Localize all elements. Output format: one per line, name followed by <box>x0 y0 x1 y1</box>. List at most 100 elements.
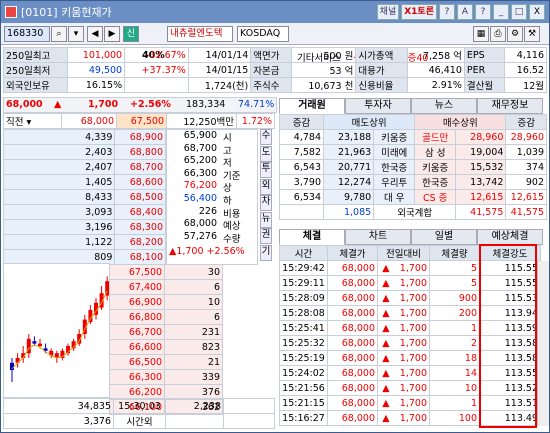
maximize-button[interactable]: □ <box>511 4 527 20</box>
print-icon[interactable]: ⎙ <box>490 26 506 42</box>
broker-tab[interactable]: 투자자 <box>345 98 411 114</box>
side-tab[interactable]: 뉴 <box>260 211 272 228</box>
tick-time: 15:21:56 <box>279 380 328 396</box>
side-tab[interactable]: 수 <box>260 129 272 145</box>
foreign-row: 1,085 외국계합 41,575 41,575 <box>279 204 547 220</box>
side-tab[interactable]: 차 <box>260 195 272 211</box>
stock-code-input[interactable]: 168330 <box>4 26 50 42</box>
stat-row: 68,000 예상 <box>167 218 257 232</box>
broker-cell: 12,615 <box>505 189 547 205</box>
tools-icon[interactable]: ⚒ <box>524 26 540 42</box>
ask-price[interactable]: 68,800 <box>114 144 166 160</box>
stat-row: 57,276 수량 <box>167 231 257 245</box>
broker-row: 6,534 9,780 대 우 CS 증 12,615 12,615 <box>279 189 547 205</box>
broker-tab[interactable]: 재무정보 <box>477 98 543 114</box>
tick-tab[interactable]: 체결 <box>279 229 345 245</box>
bid-price[interactable]: 66,800 <box>109 309 166 325</box>
bid-price[interactable]: 67,500 <box>109 264 166 280</box>
broker-row: 7,582 21,963 미래에 삼 성 19,004 1,039 <box>279 144 547 160</box>
total-bid: 2,238 <box>165 398 224 414</box>
minimize-button[interactable]: _ <box>493 4 509 20</box>
tick-volume: 200 <box>429 305 480 321</box>
info-table: 250일최고 101,000 -32.67% 14/01/14 액면가 500 원 시가총액… <box>3 47 547 93</box>
tick-price: 68,000 <box>327 395 378 411</box>
side-tab[interactable]: 기 <box>260 244 272 261</box>
tick-price: 68,000 <box>327 380 378 396</box>
ask-price[interactable]: 68,200 <box>114 234 166 250</box>
ask-price[interactable]: 68,600 <box>114 174 166 190</box>
code-menu-icon[interactable]: ▾ <box>68 26 84 42</box>
foreign-buy: 41,575 <box>455 204 507 220</box>
ask-price[interactable]: 68,300 <box>114 219 166 235</box>
broker-cell: 키움증 <box>414 159 457 175</box>
prev-select[interactable]: 직전 ▾ <box>3 113 62 129</box>
candle-chart <box>10 276 109 382</box>
book-header: 직전 ▾ 68,000 67,500 12,250백만 1.72% <box>3 113 275 129</box>
prev-stock-icon[interactable]: ◀ <box>87 26 103 42</box>
ask-qty: 3,196 <box>2 219 116 235</box>
info-row: 250일최고 101,000 -32.67% 14/01/14 액면가 500 원 시가총액… <box>3 47 547 63</box>
side-tab[interactable]: 권 <box>260 228 272 244</box>
amount-ratio: 1.72% <box>236 113 275 129</box>
tick-tab[interactable]: 차트 <box>345 229 411 245</box>
ask-price[interactable]: 68,400 <box>114 204 166 220</box>
tick-tab[interactable]: 일별 <box>411 229 477 245</box>
broker-tab[interactable]: 거래원 <box>279 98 345 114</box>
tick-time: 15:25:32 <box>279 335 328 351</box>
channel-button[interactable]: 채널 <box>376 4 400 20</box>
close-button[interactable]: X <box>529 4 545 20</box>
side-tab[interactable]: 외 <box>260 178 272 195</box>
ask-price[interactable]: 68,700 <box>114 159 166 175</box>
stat-value: 226 <box>198 205 217 217</box>
after-hours-label: 시간외 <box>113 413 166 429</box>
bid-qty: 6 <box>164 279 223 295</box>
info-button[interactable]: ? <box>475 4 491 20</box>
tick-volume: 1 <box>429 320 480 336</box>
discussion-button[interactable]: X1토론 <box>401 4 437 20</box>
broker-table: 증감 매도상위 매수상위 증감 4,784 23,188 키움증 골드만 28,960 28,96… <box>279 114 547 220</box>
next-stock-icon[interactable]: ▶ <box>104 26 120 42</box>
font-button[interactable]: A <box>457 4 473 20</box>
stat-value: 66,300 <box>183 167 217 179</box>
tick-price: 68,000 <box>327 290 378 306</box>
tick-price: 68,000 <box>327 350 378 366</box>
ask-price[interactable]: 68,900 <box>114 129 166 145</box>
side-tab[interactable]: 도 <box>260 145 272 162</box>
help-button[interactable]: ? <box>439 4 455 20</box>
broker-tab[interactable]: 뉴스 <box>411 98 477 114</box>
ask-price[interactable]: 68,100 <box>114 249 166 265</box>
info-cell: 결산월 <box>463 77 506 93</box>
tick-price: 68,000 <box>327 335 378 351</box>
info-cell: 대용가 <box>355 62 409 78</box>
settings-icon[interactable]: ⚙ <box>507 26 523 42</box>
bid-price[interactable]: 67,400 <box>109 279 166 295</box>
bid-price[interactable]: 66,700 <box>109 324 166 340</box>
bid-price[interactable]: 66,600 <box>109 339 166 355</box>
tick-change: 1,700 <box>391 275 430 291</box>
bid-price[interactable]: 66,500 <box>109 354 166 370</box>
side-tab[interactable]: 투 <box>260 162 272 178</box>
tick-tab[interactable]: 예상체결 <box>477 229 543 245</box>
tick-time: 15:25:41 <box>279 320 328 336</box>
broker-row: 6,543 20,771 한국증 키움증 15,532 374 <box>279 159 547 175</box>
tick-arrow: ▲ <box>377 350 392 366</box>
ask-price[interactable]: 68,500 <box>114 189 166 205</box>
search-icon[interactable]: ⌕ <box>51 26 67 42</box>
broker-cell: 902 <box>505 174 547 190</box>
broker-cell: 대 우 <box>373 189 416 205</box>
tick-scrollbar[interactable] <box>537 261 549 426</box>
info-cell: 250일최저 <box>3 62 68 78</box>
broker-cell: 4,784 <box>279 129 324 145</box>
info-cell: +37.37% <box>124 62 189 78</box>
grid-icon[interactable]: ▦ <box>473 26 489 42</box>
strength-highlight <box>479 244 537 428</box>
tick-time: 15:29:11 <box>279 275 328 291</box>
total-ask: 34,835 <box>3 398 114 414</box>
price-bar: 68,000 ▲ 1,700 +2.56% 183,334 74.71% <box>3 97 277 113</box>
broker-cell: 미래에 <box>373 144 416 160</box>
bid-price[interactable]: 66,300 <box>109 369 166 385</box>
bid-price[interactable]: 66,900 <box>109 294 166 310</box>
tick-change: 1,700 <box>391 395 430 411</box>
tick-volume: 1 <box>429 395 480 411</box>
credit-badge: 신 <box>123 26 139 42</box>
